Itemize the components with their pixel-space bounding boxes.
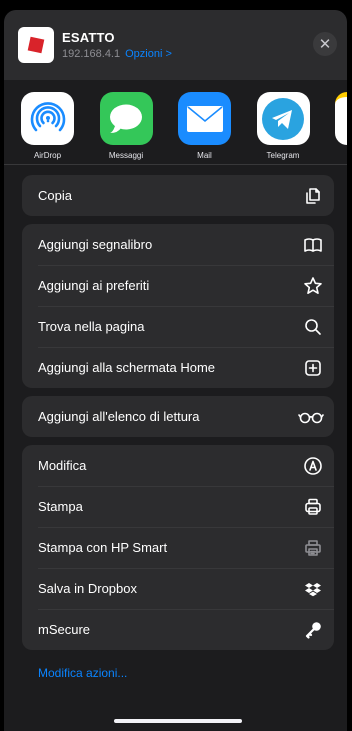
app-messages[interactable]: Messaggi: [99, 92, 179, 164]
dropbox-icon: [302, 578, 324, 600]
telegram-icon: [256, 92, 310, 145]
app-mail[interactable]: Mail: [178, 92, 257, 164]
action-print-hp-smart[interactable]: Stampa con HP Smart: [22, 527, 334, 568]
messages-icon: [99, 92, 153, 145]
action-label: Aggiungi segnalibro: [38, 237, 153, 252]
app-label: Messaggi: [108, 151, 144, 160]
hp-printer-icon: [302, 537, 324, 559]
action-msecure[interactable]: mSecure: [22, 609, 334, 650]
action-group-copy: Copia: [22, 175, 334, 216]
action-label: Modifica: [38, 458, 87, 473]
action-group-extensions: Modifica Stampa Stampa con HP Smart Salv…: [22, 445, 334, 650]
glasses-icon: [298, 406, 324, 428]
key-icon: [302, 619, 324, 641]
action-group-reading: Aggiungi all'elenco di lettura: [22, 396, 334, 437]
action-add-favorites[interactable]: Aggiungi ai preferiti: [22, 265, 334, 306]
book-icon: [302, 234, 324, 256]
edit-actions-link[interactable]: Modifica azioni...: [38, 666, 347, 680]
action-save-dropbox[interactable]: Salva in Dropbox: [22, 568, 334, 609]
site-address: 192.168.4.1: [62, 48, 121, 60]
app-airdrop[interactable]: AirDrop: [21, 92, 100, 164]
mail-icon: [178, 92, 231, 145]
action-markup[interactable]: Modifica: [22, 445, 334, 486]
add-square-icon: [302, 357, 324, 379]
action-add-bookmark[interactable]: Aggiungi segnalibro: [22, 224, 334, 265]
search-icon: [302, 316, 324, 338]
home-indicator: [114, 719, 242, 723]
action-label: Aggiungi ai preferiti: [38, 278, 150, 293]
share-header: ESATTO 192.168.4.1 Opzioni > ✕: [4, 10, 347, 80]
action-label: Salva in Dropbox: [38, 581, 137, 596]
action-print[interactable]: Stampa: [22, 486, 334, 527]
action-label: Aggiungi all'elenco di lettura: [38, 409, 200, 424]
app-row: AirDrop Messaggi Mail Telegram: [4, 80, 347, 165]
site-title: ESATTO: [62, 30, 115, 45]
action-add-to-home-screen[interactable]: Aggiungi alla schermata Home: [22, 347, 334, 388]
notes-icon: [335, 92, 347, 145]
close-button[interactable]: ✕: [313, 32, 337, 56]
markup-icon: [302, 455, 324, 477]
action-label: Trova nella pagina: [38, 319, 145, 334]
app-notes-partial[interactable]: [335, 92, 347, 164]
app-label: Mail: [197, 151, 212, 160]
action-find-in-page[interactable]: Trova nella pagina: [22, 306, 334, 347]
action-label: Aggiungi alla schermata Home: [38, 360, 216, 375]
action-label: Stampa: [38, 499, 83, 514]
airdrop-icon: [21, 92, 74, 145]
action-label: Stampa con HP Smart: [38, 540, 168, 555]
action-copy[interactable]: Copia: [22, 175, 334, 216]
action-label: Copia: [38, 188, 72, 203]
app-telegram[interactable]: Telegram: [256, 92, 336, 164]
star-icon: [302, 275, 324, 297]
action-label: mSecure: [38, 622, 91, 637]
site-favicon: [18, 27, 54, 63]
printer-icon: [302, 496, 324, 518]
options-link[interactable]: Opzioni >: [125, 48, 172, 60]
share-sheet: ESATTO 192.168.4.1 Opzioni > ✕ AirDrop M…: [4, 10, 347, 731]
action-group-page: Aggiungi segnalibro Aggiungi ai preferit…: [22, 224, 334, 388]
action-add-reading-list[interactable]: Aggiungi all'elenco di lettura: [22, 396, 334, 437]
app-label: AirDrop: [33, 151, 62, 160]
app-label: Telegram: [266, 151, 300, 160]
copy-icon: [302, 185, 324, 207]
